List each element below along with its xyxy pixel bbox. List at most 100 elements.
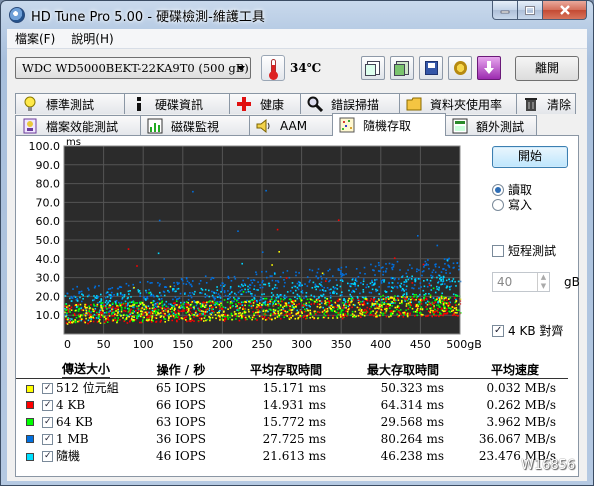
data-point xyxy=(72,314,75,317)
series-checkbox[interactable] xyxy=(42,451,53,462)
data-point xyxy=(224,313,226,316)
short-test-checkbox[interactable]: 短程測試 xyxy=(492,242,556,259)
data-point xyxy=(378,293,380,295)
tab-benchmark[interactable]: 標準測試 xyxy=(15,93,125,114)
data-point xyxy=(381,301,383,304)
tab-random-access[interactable]: 隨機存取 xyxy=(332,113,446,136)
data-point xyxy=(221,287,224,289)
data-point xyxy=(366,311,369,313)
data-point xyxy=(233,275,236,278)
data-point xyxy=(455,298,457,301)
data-point xyxy=(244,304,246,307)
maximize-button[interactable] xyxy=(518,1,543,20)
data-point xyxy=(131,319,133,321)
data-point xyxy=(209,305,211,307)
save-button[interactable] xyxy=(419,56,443,80)
tab-file-benchmark[interactable]: 檔案效能測試 xyxy=(15,115,141,136)
data-point xyxy=(155,317,158,319)
data-point xyxy=(432,302,434,305)
data-point xyxy=(203,320,205,322)
tab-error-scan[interactable]: 錯誤掃描 xyxy=(300,93,400,114)
data-point xyxy=(339,279,342,282)
write-radio[interactable]: 寫入 xyxy=(492,196,532,213)
short-test-size-input[interactable]: 40 ▲ ▼ xyxy=(492,272,550,292)
ops-cell: 63 IOPS xyxy=(156,414,206,429)
data-point xyxy=(422,263,425,266)
data-point xyxy=(429,311,431,313)
series-checkbox[interactable] xyxy=(42,416,53,428)
data-point xyxy=(111,313,113,315)
close-button[interactable] xyxy=(543,1,587,20)
data-point xyxy=(234,298,236,301)
series-checkbox[interactable] xyxy=(42,433,53,445)
data-point xyxy=(360,282,362,284)
data-point xyxy=(357,315,360,317)
data-point xyxy=(323,313,325,315)
ops-cell: 66 IOPS xyxy=(156,397,206,412)
data-point xyxy=(406,299,409,302)
data-point xyxy=(196,314,198,317)
data-point xyxy=(363,303,366,306)
data-point xyxy=(411,287,413,289)
data-point xyxy=(374,312,377,315)
copy-info-button[interactable] xyxy=(361,56,385,80)
tab-aam[interactable]: AAM xyxy=(249,115,333,136)
data-point xyxy=(276,293,279,296)
data-point xyxy=(435,310,438,312)
series-checkbox[interactable] xyxy=(42,383,53,394)
tab-extra-tests[interactable]: 額外測試 xyxy=(445,115,537,136)
data-point xyxy=(220,291,222,293)
data-point xyxy=(433,305,435,307)
tab-folder-usage[interactable]: 資料夾使用率 xyxy=(399,93,517,114)
data-point xyxy=(413,299,415,301)
data-point xyxy=(163,316,165,318)
copy-screenshot-button[interactable] xyxy=(390,56,414,80)
start-button[interactable]: 開始 xyxy=(492,146,568,168)
data-point xyxy=(378,264,380,267)
download-button[interactable] xyxy=(477,56,501,80)
align-4kb-checkbox[interactable]: 4 KB 對齊 xyxy=(492,322,563,339)
data-point xyxy=(173,285,176,287)
options-button[interactable] xyxy=(448,56,472,80)
data-point xyxy=(394,302,396,304)
minimize-button[interactable] xyxy=(492,1,518,20)
tab-health[interactable]: 健康 xyxy=(229,93,301,114)
data-point xyxy=(296,293,299,296)
data-point xyxy=(288,309,291,311)
data-point xyxy=(182,306,185,308)
data-point xyxy=(205,308,207,311)
drive-select[interactable]: WDC WD5000BEKT-22KA9T0 (500 gB) xyxy=(15,57,251,79)
exit-button[interactable]: 離開 xyxy=(515,56,579,81)
data-point xyxy=(282,306,284,309)
data-point xyxy=(235,294,238,296)
title-bar[interactable]: HD Tune Pro 5.00 - 硬碟檢測-維護工具 xyxy=(1,1,593,27)
data-point xyxy=(86,306,88,309)
data-point xyxy=(201,310,203,312)
spin-buttons[interactable]: ▲ ▼ xyxy=(537,273,549,291)
tab-info[interactable]: 硬碟資訊 xyxy=(124,93,230,114)
data-point xyxy=(145,319,148,321)
data-point xyxy=(180,310,182,313)
tab-disk-monitor[interactable]: 磁碟監視 xyxy=(140,115,250,136)
results-row: 4 KB66 IOPS14.931 ms64.314 ms0.262 MB/s xyxy=(16,396,568,413)
monitor-chart-icon xyxy=(147,118,163,134)
menu-file[interactable]: 檔案(F) xyxy=(7,30,63,47)
data-point xyxy=(110,310,113,313)
data-point xyxy=(65,303,67,306)
data-point xyxy=(317,311,319,313)
data-point xyxy=(326,287,329,289)
data-point xyxy=(161,301,163,304)
data-point xyxy=(445,302,448,305)
data-point xyxy=(387,303,390,305)
data-point xyxy=(247,290,250,293)
data-point xyxy=(328,302,331,305)
data-point xyxy=(265,297,268,300)
data-point xyxy=(403,283,405,286)
data-point xyxy=(229,301,232,303)
menu-help[interactable]: 說明(H) xyxy=(63,30,121,47)
data-point xyxy=(105,320,107,322)
series-checkbox[interactable] xyxy=(42,399,53,411)
data-point xyxy=(266,276,268,279)
tab-erase[interactable]: 清除 xyxy=(516,93,576,114)
data-point xyxy=(202,305,204,308)
